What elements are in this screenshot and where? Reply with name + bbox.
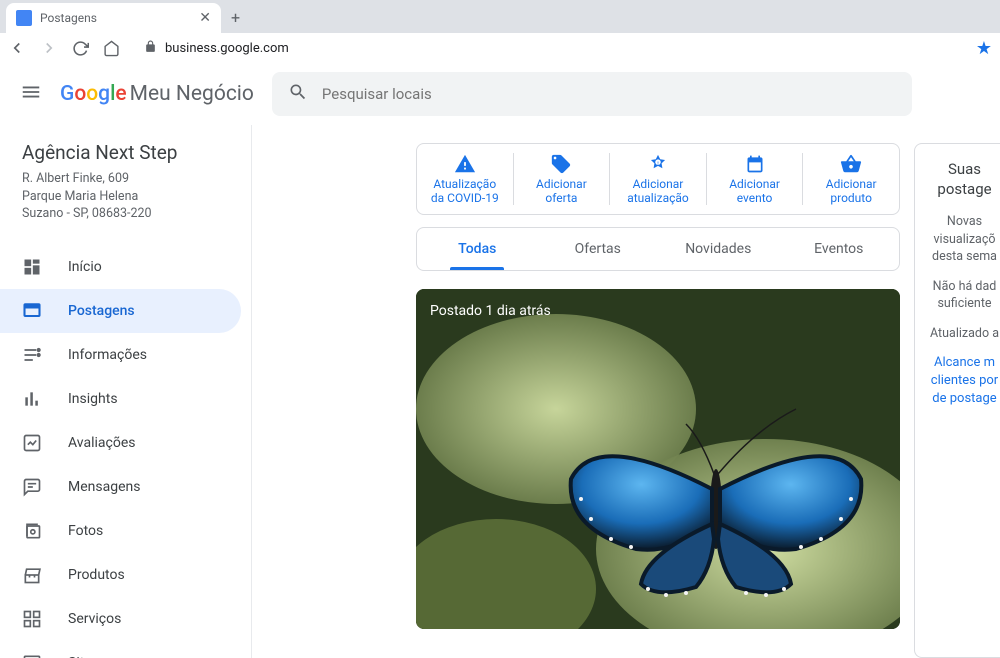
tab-ofertas[interactable]: Ofertas xyxy=(538,228,659,270)
nav-bar: business.google.com ★ xyxy=(0,33,1000,63)
sidebar-item-dashboard[interactable]: Início xyxy=(0,245,251,289)
calendar-icon xyxy=(745,153,765,175)
post-icon xyxy=(22,301,42,321)
right-panel: Suaspostage Novasvisualizaçõdesta sema N… xyxy=(914,143,1000,658)
warning-icon xyxy=(454,153,476,175)
action-badge[interactable]: !Adicionaratualização xyxy=(609,153,706,206)
sidebar: Agência Next Step R. Albert Finke, 609 P… xyxy=(0,125,252,658)
sidebar-item-label: Mensagens xyxy=(68,479,140,495)
products-icon xyxy=(22,565,42,585)
main-column: Atualizaçãoda COVID-19Adicionaroferta!Ad… xyxy=(416,143,900,658)
business-name: Agência Next Step xyxy=(22,141,229,164)
messages-icon xyxy=(22,477,42,497)
search-icon xyxy=(288,82,308,106)
search-input[interactable] xyxy=(322,85,896,103)
right-panel-text2: Não há dadsuficiente xyxy=(929,278,1000,313)
google-logo: Google xyxy=(60,82,127,106)
search-bar[interactable] xyxy=(272,72,912,116)
dashboard-icon xyxy=(22,257,42,277)
sidebar-item-photos[interactable]: Fotos xyxy=(0,509,251,553)
tab-todas[interactable]: Todas xyxy=(417,228,538,270)
tag-icon xyxy=(550,153,572,175)
sidebar-item-messages[interactable]: Mensagens xyxy=(0,465,251,509)
home-button[interactable] xyxy=(103,40,120,57)
sidebar-item-label: Postagens xyxy=(68,303,135,319)
reload-button[interactable] xyxy=(72,40,89,57)
url-text: business.google.com xyxy=(165,41,289,56)
post-time-label: Postado 1 dia atrás xyxy=(430,303,551,319)
sidebar-item-label: Insights xyxy=(68,391,118,407)
sidebar-item-label: Início xyxy=(68,259,102,275)
new-tab-button[interactable]: + xyxy=(221,2,250,33)
sidebar-item-label: Serviços xyxy=(68,611,121,627)
action-row: Atualizaçãoda COVID-19Adicionaroferta!Ad… xyxy=(416,143,900,215)
tab-bar: Postagens ✕ + xyxy=(0,0,1000,33)
info-icon xyxy=(22,345,42,365)
svg-text:!: ! xyxy=(657,161,658,167)
sidebar-item-site[interactable]: Site xyxy=(0,641,251,658)
action-basket[interactable]: Adicionarproduto xyxy=(802,153,899,206)
sidebar-item-label: Informações xyxy=(68,347,147,363)
reviews-icon xyxy=(22,433,42,453)
tab-eventos[interactable]: Eventos xyxy=(779,228,900,270)
sidebar-item-label: Site xyxy=(68,655,92,658)
photos-icon xyxy=(22,521,42,541)
post-card[interactable]: Postado 1 dia atrás xyxy=(416,289,900,629)
business-info: Agência Next Step R. Albert Finke, 609 P… xyxy=(0,141,251,245)
sidebar-item-reviews[interactable]: Avaliações xyxy=(0,421,251,465)
app-logo[interactable]: Google Meu Negócio xyxy=(60,82,254,106)
browser-tab[interactable]: Postagens ✕ xyxy=(6,3,221,33)
tab-title: Postagens xyxy=(40,11,191,25)
right-panel-text3: Atualizado a xyxy=(929,325,1000,343)
post-image: Postado 1 dia atrás xyxy=(416,289,900,629)
sidebar-item-services[interactable]: Serviços xyxy=(0,597,251,641)
services-icon xyxy=(22,609,42,629)
app-brand-name: Meu Negócio xyxy=(130,82,254,106)
business-address-line1: R. Albert Finke, 609 xyxy=(22,170,229,188)
content-area: Atualizaçãoda COVID-19Adicionaroferta!Ad… xyxy=(252,125,1000,658)
lock-icon xyxy=(144,40,157,57)
right-panel-link[interactable]: Alcance mclientes porde postage xyxy=(929,354,1000,409)
menu-button[interactable] xyxy=(20,81,42,107)
right-panel-text1: Novasvisualizaçõdesta sema xyxy=(929,213,1000,266)
app-header: Google Meu Negócio xyxy=(0,63,1000,125)
sidebar-item-insights[interactable]: Insights xyxy=(0,377,251,421)
badge-icon: ! xyxy=(647,153,669,175)
tab-novidades[interactable]: Novidades xyxy=(658,228,779,270)
action-tag[interactable]: Adicionaroferta xyxy=(513,153,610,206)
favicon-icon xyxy=(16,10,32,26)
sidebar-item-label: Produtos xyxy=(68,567,125,583)
close-tab-icon[interactable]: ✕ xyxy=(199,10,211,26)
forward-button[interactable] xyxy=(40,39,58,57)
action-calendar[interactable]: Adicionarevento xyxy=(706,153,803,206)
sidebar-item-post[interactable]: Postagens xyxy=(0,289,241,333)
sidebar-nav: Início Postagens Informações Insights Avalia… xyxy=(0,245,251,658)
bookmark-star-icon[interactable]: ★ xyxy=(976,38,992,59)
right-panel-title: Suaspostage xyxy=(929,160,1000,199)
butterfly-photo xyxy=(416,289,900,629)
site-icon xyxy=(22,653,42,658)
sidebar-item-label: Fotos xyxy=(68,523,103,539)
sidebar-item-products[interactable]: Produtos xyxy=(0,553,251,597)
main-layout: Agência Next Step R. Albert Finke, 609 P… xyxy=(0,125,1000,658)
tabs: TodasOfertasNovidadesEventos xyxy=(416,227,900,271)
business-address-line2: Parque Maria Helena xyxy=(22,188,229,206)
business-address-line3: Suzano - SP, 08683-220 xyxy=(22,205,229,223)
action-warning[interactable]: Atualizaçãoda COVID-19 xyxy=(417,153,513,206)
url-bar[interactable]: business.google.com xyxy=(134,35,962,61)
browser-chrome: Postagens ✕ + business.google.com ★ xyxy=(0,0,1000,63)
sidebar-item-label: Avaliações xyxy=(68,435,135,451)
insights-icon xyxy=(22,389,42,409)
back-button[interactable] xyxy=(8,39,26,57)
sidebar-item-info[interactable]: Informações xyxy=(0,333,251,377)
basket-icon xyxy=(840,153,862,175)
